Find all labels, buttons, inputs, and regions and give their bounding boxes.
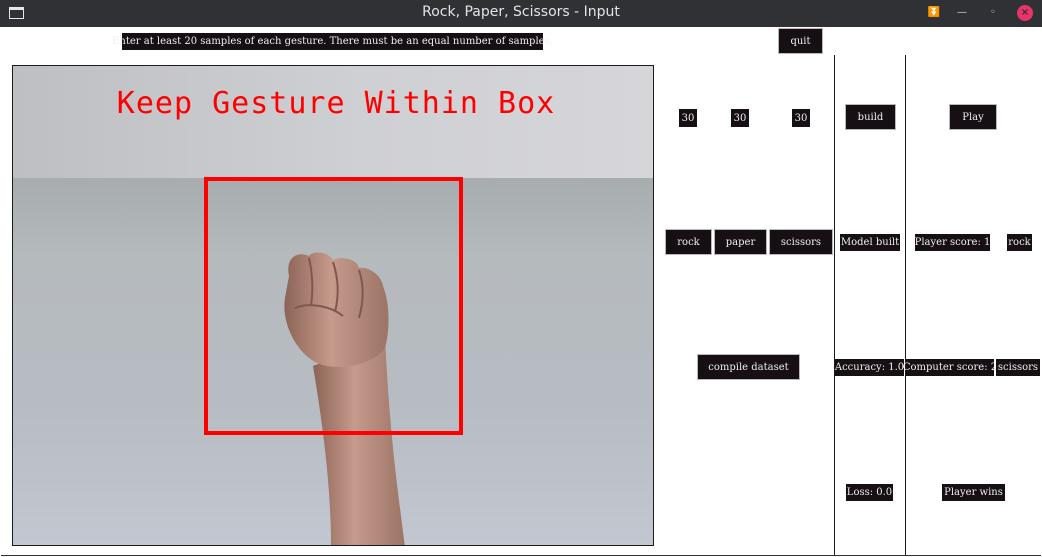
overlay-instruction: Keep Gesture Within Box bbox=[116, 86, 556, 121]
instructions-label: Enter at least 20 samples of each gestur… bbox=[112, 33, 553, 50]
result-label: Player wins bbox=[942, 484, 1005, 501]
maximize-icon[interactable]: ◦ bbox=[985, 5, 1001, 21]
rock-count: 30 bbox=[679, 109, 697, 127]
player-move-label: rock bbox=[1007, 234, 1032, 251]
camera-feed: Keep Gesture Within Box bbox=[12, 65, 654, 546]
compile-dataset-button[interactable]: compile dataset bbox=[697, 354, 800, 380]
column-divider bbox=[834, 55, 835, 555]
build-button[interactable]: build bbox=[845, 104, 896, 130]
computer-score-label: Computer score: 2 bbox=[903, 359, 997, 376]
paper-sample-button[interactable]: paper bbox=[714, 229, 767, 255]
window-title: Rock, Paper, Scissors - Input bbox=[422, 4, 620, 20]
minimize-icon[interactable]: — bbox=[954, 5, 970, 21]
rock-sample-button[interactable]: rock bbox=[665, 229, 712, 255]
scissors-sample-button[interactable]: scissors bbox=[769, 229, 833, 255]
quit-button[interactable]: quit bbox=[778, 28, 823, 54]
play-button[interactable]: Play bbox=[949, 104, 997, 130]
player-score-label: Player score: 1 bbox=[915, 234, 990, 251]
accuracy-label: Accuracy: 1.0 bbox=[835, 359, 904, 376]
model-status: Model built bbox=[840, 234, 900, 251]
column-divider bbox=[905, 55, 906, 555]
close-icon[interactable]: × bbox=[1017, 5, 1033, 21]
computer-move-label: scissors bbox=[996, 359, 1040, 376]
window-titlebar: Rock, Paper, Scissors - Input ⏬ — ◦ × bbox=[0, 0, 1042, 27]
keep-above-icon[interactable]: ⏬ bbox=[926, 5, 942, 21]
scissors-count: 30 bbox=[792, 109, 810, 127]
gesture-box bbox=[204, 177, 463, 435]
loss-label: Loss: 0.0 bbox=[846, 484, 893, 501]
paper-count: 30 bbox=[731, 109, 749, 127]
